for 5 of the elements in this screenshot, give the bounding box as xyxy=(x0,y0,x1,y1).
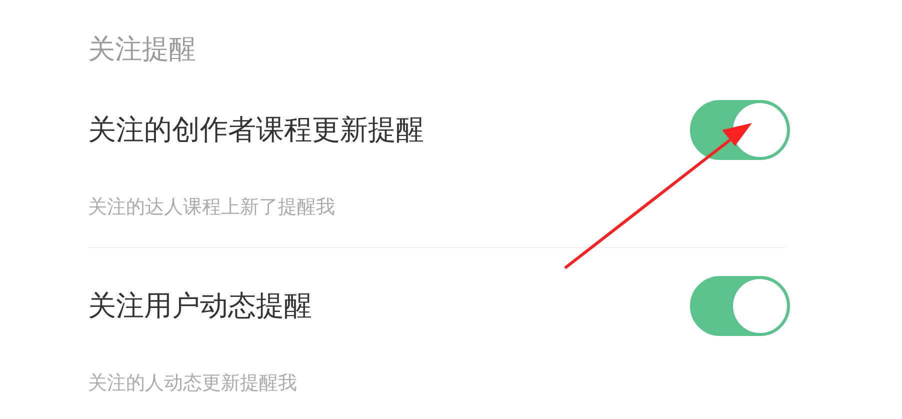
setting-description: 关注的达人课程上新了提醒我 xyxy=(88,195,336,219)
setting-description: 关注的人动态更新提醒我 xyxy=(88,371,298,395)
setting-title: 关注用户动态提醒 xyxy=(88,288,312,324)
section-title: 关注提醒 xyxy=(88,33,197,67)
setting-title: 关注的创作者课程更新提醒 xyxy=(88,112,424,148)
